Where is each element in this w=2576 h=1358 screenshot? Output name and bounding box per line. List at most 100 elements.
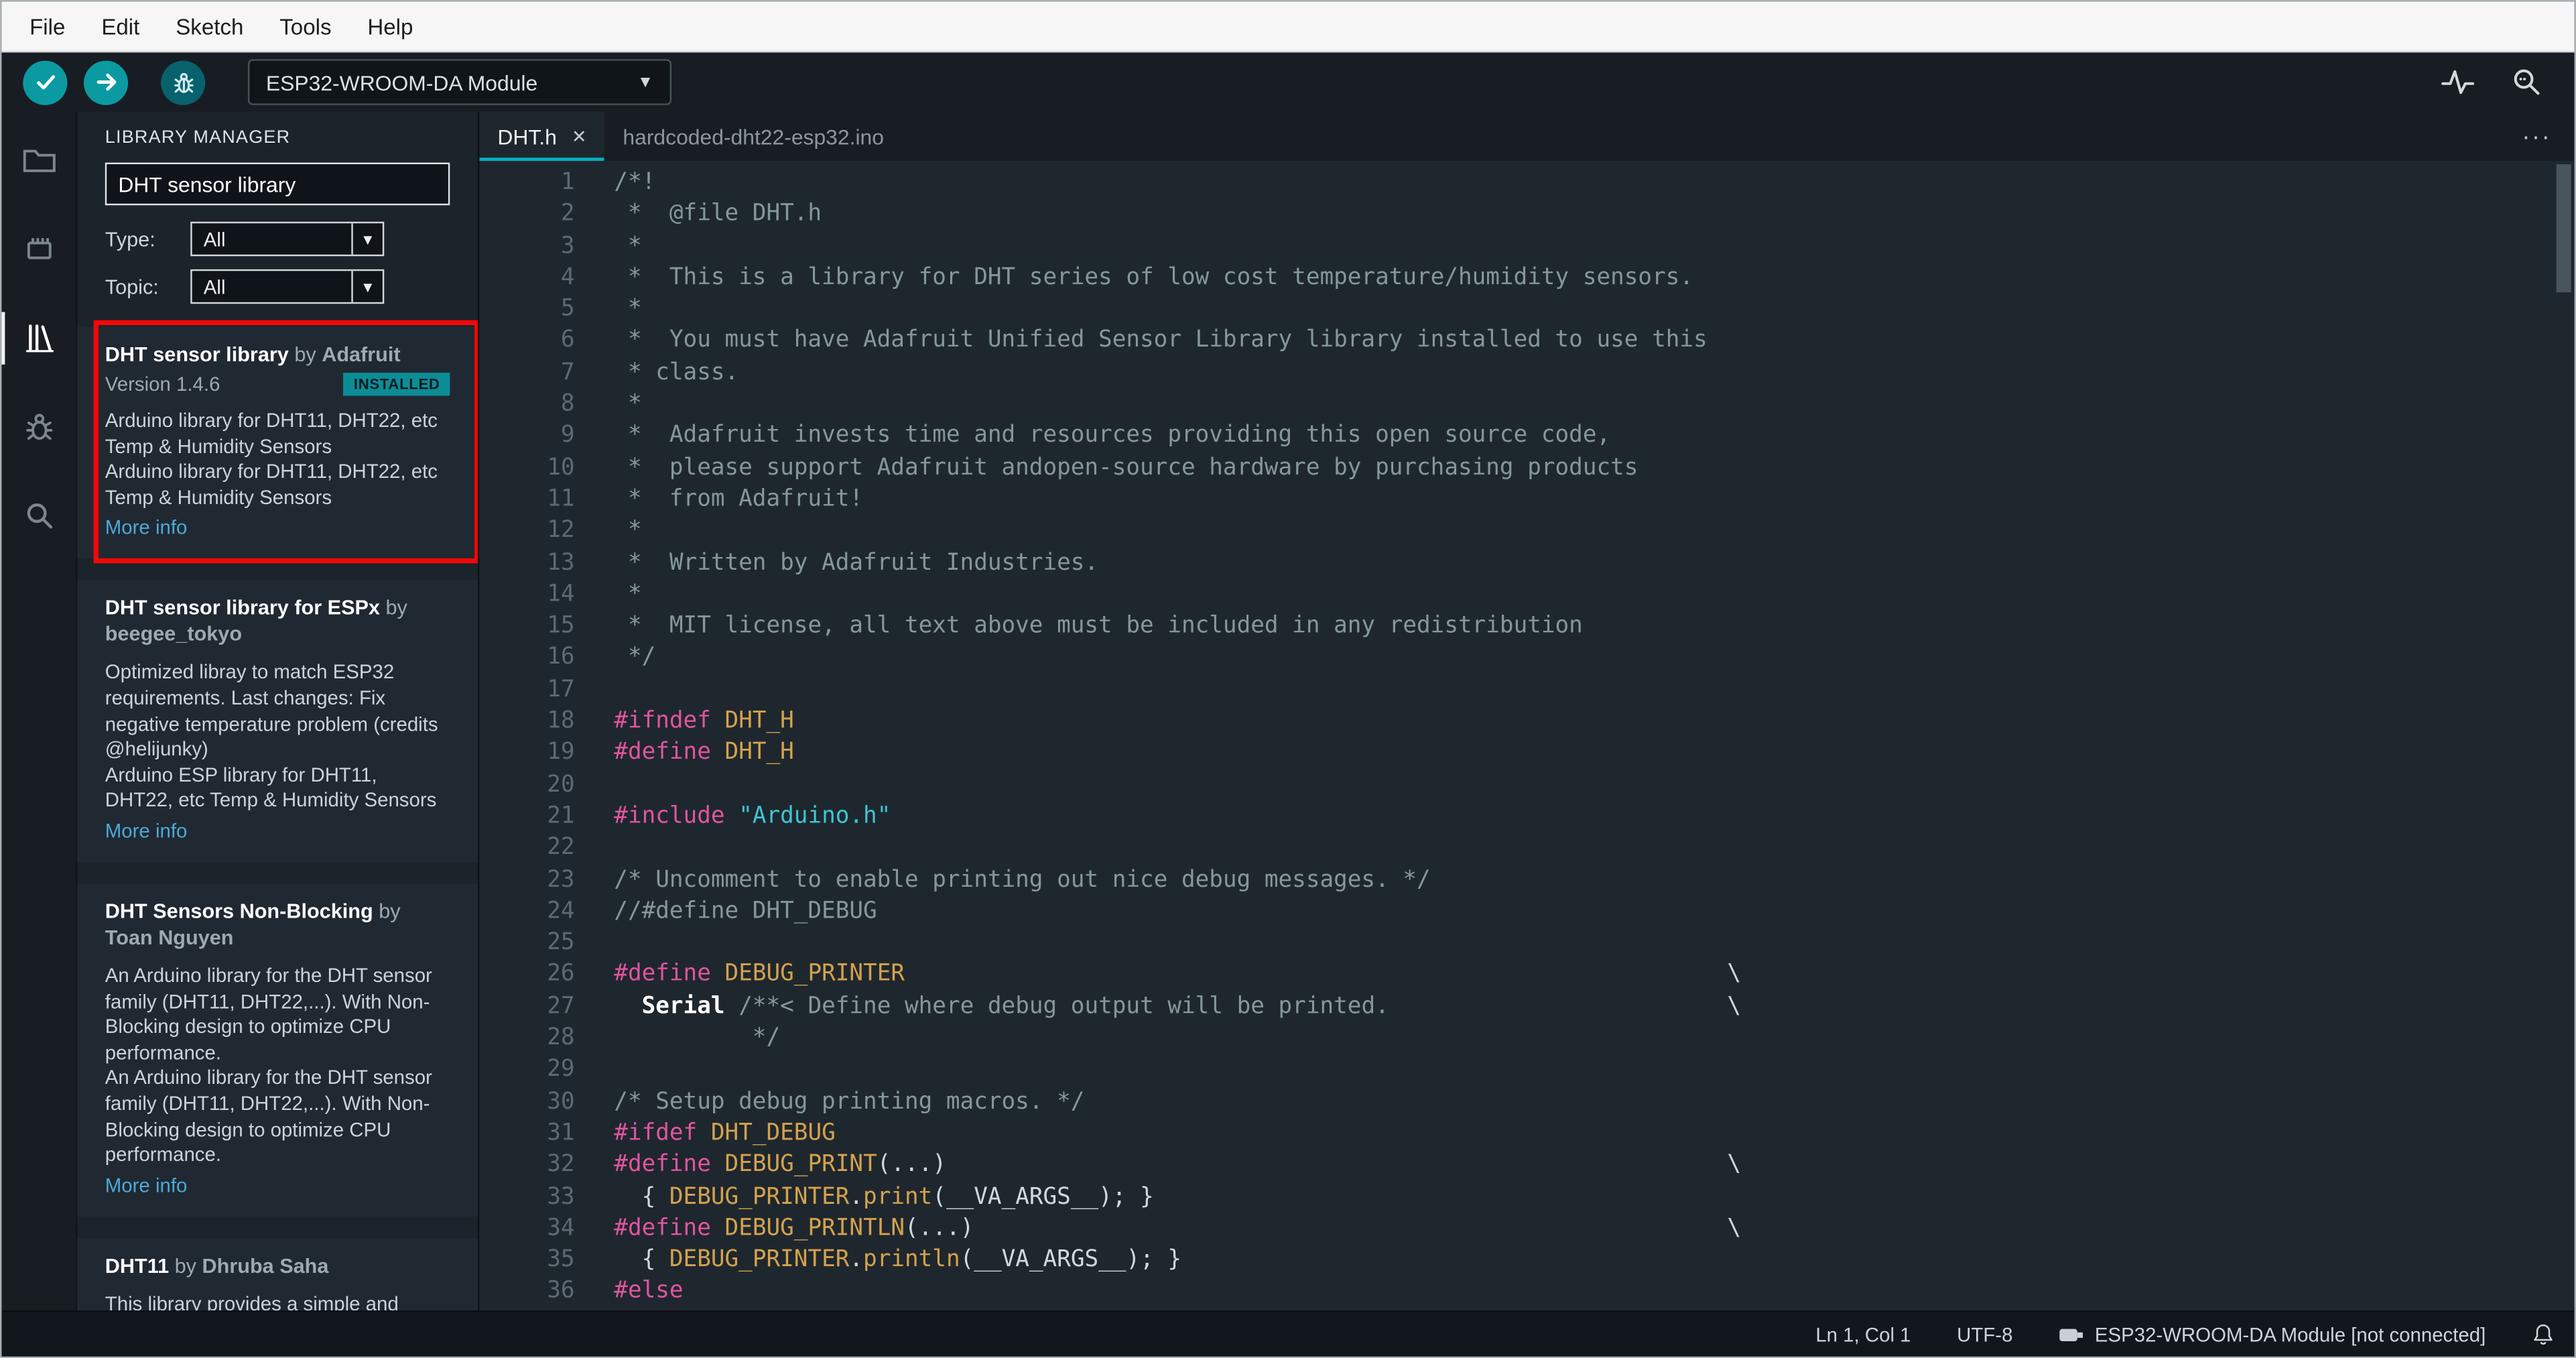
- code-line: 14 *: [479, 580, 2574, 611]
- tab-DHT.h[interactable]: DHT.h ✕: [479, 111, 605, 162]
- library-item-title: DHT11 by Dhruba Saha: [105, 1254, 329, 1278]
- code-line: 36 #else: [479, 1277, 2574, 1308]
- code-line: 22: [479, 833, 2574, 865]
- line-number: 15: [547, 613, 575, 639]
- line-number: 1: [560, 169, 575, 196]
- close-icon[interactable]: ✕: [572, 125, 587, 147]
- panel-title: LIBRARY MANAGER: [105, 128, 291, 148]
- line-number: 27: [547, 993, 575, 1020]
- more-info-link[interactable]: More info: [105, 819, 188, 842]
- code-line: 2 * @file DHT.h: [479, 199, 2574, 231]
- code-line: 33 { DEBUG_PRINTER.print(__VA_ARGS__); }: [479, 1182, 2574, 1213]
- tab-bar-more-button[interactable]: ···: [2522, 112, 2551, 162]
- library-description: An Arduino library for the DHT sensor fa…: [105, 1066, 432, 1166]
- line-number: 9: [560, 422, 575, 449]
- code-line: 32 #define DEBUG_PRINT(...) \: [479, 1150, 2574, 1181]
- line-number: 29: [547, 1056, 575, 1083]
- line-number: 23: [547, 866, 575, 893]
- type-filter-select[interactable]: All ▼: [190, 221, 385, 257]
- debug-button[interactable]: [161, 60, 206, 105]
- menu-edit[interactable]: Edit: [83, 14, 157, 39]
- code-line: 18 #ifndef DHT_H: [479, 706, 2574, 738]
- line-number: 6: [560, 327, 575, 354]
- verify-button[interactable]: [23, 60, 68, 105]
- code-line: 7 * class.: [479, 358, 2574, 389]
- status-bar: Ln 1, Col 1 UTF-8 ESP32-WROOM-DA Module …: [1, 1310, 2575, 1357]
- type-filter-value: All: [203, 227, 226, 251]
- code-line: 5 *: [479, 294, 2574, 326]
- board-selector-value: ESP32-WROOM-DA Module: [265, 70, 538, 95]
- code-line: 13 * Written by Adafruit Industries.: [479, 548, 2574, 579]
- books-icon: [25, 324, 53, 353]
- tab-hardcoded-dht22-esp32.ino[interactable]: hardcoded-dht22-esp32.ino: [604, 112, 901, 162]
- code-editor[interactable]: 1/*! 2 * @file DHT.h 3 * 4 * This is a libr…: [479, 161, 2575, 1311]
- sidebar-item-debug[interactable]: [1, 391, 75, 463]
- code-line: 24//#define DHT_DEBUG: [479, 896, 2574, 928]
- library-description: Arduino library for DHT11, DHT22, etc Te…: [105, 409, 438, 458]
- line-number: 26: [547, 961, 575, 988]
- code-line: 3 *: [479, 231, 2574, 262]
- board-status-label: ESP32-WROOM-DA Module [not connected]: [2094, 1322, 2486, 1346]
- line-number: 7: [560, 359, 575, 386]
- code-line: 25: [479, 928, 2574, 960]
- line-number: 30: [547, 1088, 575, 1115]
- board-selector[interactable]: ESP32-WROOM-DA Module ▼: [247, 59, 672, 105]
- code-line: 12 *: [479, 516, 2574, 548]
- board-status[interactable]: ESP32-WROOM-DA Module [not connected]: [2059, 1322, 2486, 1346]
- menu-sketch[interactable]: Sketch: [157, 14, 261, 39]
- library-description: Arduino ESP library for DHT11, DHT22, et…: [105, 763, 437, 812]
- library-item[interactable]: DHT Sensors Non-Blocking by Toan Nguyen A…: [77, 883, 478, 1217]
- library-item[interactable]: DHT sensor library by Adafruit Version 1.…: [77, 320, 478, 565]
- library-description: Arduino library for DHT11, DHT22, etc Te…: [105, 460, 438, 509]
- code-line: 15 * MIT license, all text above must be…: [479, 611, 2574, 643]
- cursor-position[interactable]: Ln 1, Col 1: [1815, 1322, 1911, 1345]
- editor-scrollbar[interactable]: [2556, 164, 2571, 293]
- code-line: 31 #ifdef DHT_DEBUG: [479, 1118, 2574, 1150]
- serial-monitor-icon[interactable]: [2509, 64, 2545, 101]
- code-line: 26 #define DEBUG_PRINTER \: [479, 960, 2574, 991]
- more-info-link[interactable]: More info: [105, 1174, 188, 1196]
- sidebar-item-library-manager[interactable]: [1, 302, 75, 375]
- sidebar-item-sketchbook[interactable]: [1, 125, 75, 197]
- code-line: 11 * from Adafruit!: [479, 485, 2574, 516]
- library-item[interactable]: DHT sensor library for ESPx by beegee_to…: [77, 580, 478, 863]
- chip-icon: [26, 238, 51, 259]
- line-number: 10: [547, 454, 575, 481]
- folder-icon: [22, 149, 55, 172]
- code-line: 10 * please support Adafruit andopen-sou…: [479, 452, 2574, 484]
- code-line: 34 #define DEBUG_PRINTLN(...) \: [479, 1213, 2574, 1245]
- line-number: 14: [547, 580, 575, 608]
- screen: File Edit Sketch Tools Help ESP32-WROOM-DA M…: [0, 0, 2576, 1358]
- code-line: 20: [479, 769, 2574, 801]
- chevron-down-icon: ▼: [351, 223, 383, 255]
- line-number: 32: [547, 1151, 575, 1178]
- library-search-input[interactable]: [105, 162, 450, 206]
- arrow-right-icon: [96, 73, 116, 91]
- line-number: 13: [547, 549, 575, 576]
- line-number: 36: [547, 1278, 575, 1305]
- code-line: 6 * You must have Adafruit Unified Senso…: [479, 326, 2574, 357]
- chevron-down-icon: ▼: [637, 73, 654, 91]
- line-number: 5: [560, 296, 575, 322]
- menu-help[interactable]: Help: [349, 14, 431, 39]
- tabs: DHT.h ✕ hardcoded-dht22-esp32.ino: [479, 111, 902, 162]
- menu-tools[interactable]: Tools: [261, 14, 349, 39]
- library-item[interactable]: DHT11 by Dhruba Saha This library provide…: [77, 1237, 478, 1311]
- search-icon: [26, 503, 52, 529]
- sidebar-item-search[interactable]: [1, 479, 75, 552]
- code-line: 1/*!: [479, 168, 2574, 199]
- code-line: 17: [479, 674, 2574, 706]
- code-line: 8 *: [479, 389, 2574, 421]
- menu-file[interactable]: File: [11, 14, 83, 39]
- more-info-link[interactable]: More info: [105, 516, 188, 539]
- line-number: 21: [547, 802, 575, 830]
- sidebar-item-boards-manager[interactable]: [1, 214, 75, 286]
- installed-badge: INSTALLED: [344, 373, 450, 396]
- upload-button[interactable]: [83, 60, 129, 105]
- line-number: 25: [547, 930, 575, 956]
- serial-plotter-icon[interactable]: [2440, 64, 2476, 101]
- library-description: Optimized libray to match ESP32 requirem…: [105, 660, 438, 761]
- encoding[interactable]: UTF-8: [1957, 1322, 2012, 1345]
- topic-filter-select[interactable]: All ▼: [190, 269, 385, 304]
- notifications-icon[interactable]: [2532, 1322, 2555, 1347]
